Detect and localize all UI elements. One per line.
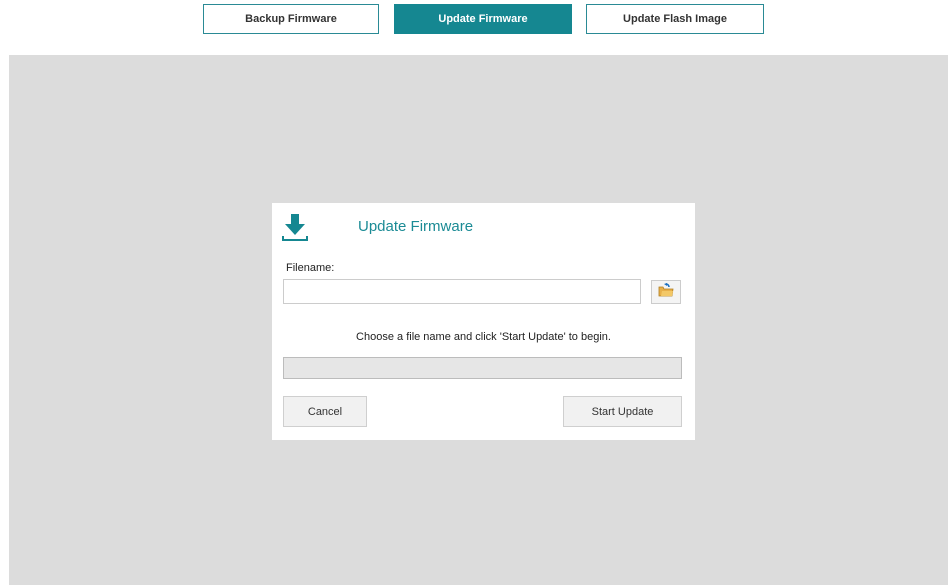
tab-update-flash-image[interactable]: Update Flash Image	[586, 4, 764, 34]
download-icon	[280, 211, 312, 243]
tab-backup-firmware[interactable]: Backup Firmware	[203, 4, 379, 34]
cancel-button[interactable]: Cancel	[283, 396, 367, 427]
filename-label: Filename:	[286, 262, 335, 274]
browse-file-button[interactable]	[651, 280, 681, 304]
dialog-title: Update Firmware	[358, 218, 474, 235]
tab-update-firmware[interactable]: Update Firmware	[394, 4, 572, 34]
progress-bar	[283, 357, 682, 379]
update-firmware-dialog: Update Firmware Filename: Choose a file …	[272, 203, 695, 440]
filename-input[interactable]	[283, 279, 641, 304]
tab-bar: Backup Firmware Update Firmware Update F…	[0, 4, 948, 36]
open-folder-icon	[658, 282, 674, 302]
start-update-button[interactable]: Start Update	[563, 396, 682, 427]
status-message: Choose a file name and click 'Start Upda…	[356, 331, 611, 343]
